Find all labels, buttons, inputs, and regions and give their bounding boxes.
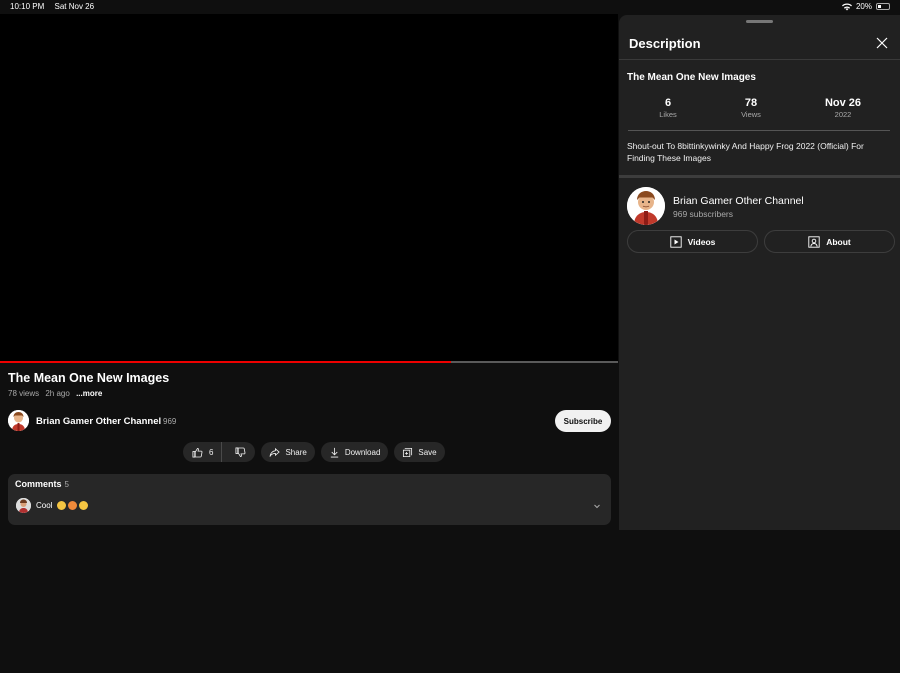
videos-button[interactable]: Videos: [627, 230, 758, 253]
panel-channel-name[interactable]: Brian Gamer Other Channel: [673, 195, 804, 207]
wifi-icon: [841, 3, 852, 10]
channel-name[interactable]: Brian Gamer Other Channel: [36, 416, 161, 427]
like-dislike-group: 6: [183, 442, 256, 462]
save-icon: [403, 447, 413, 457]
play-video-icon: [669, 235, 682, 248]
section-divider: [619, 175, 900, 178]
view-count: 78 views: [8, 389, 40, 398]
download-button[interactable]: Download: [320, 442, 389, 462]
download-icon: [330, 447, 338, 457]
stat-value: 78: [744, 97, 758, 109]
dislike-button[interactable]: [227, 442, 255, 462]
stat-date: Nov 26 2022: [813, 97, 873, 119]
share-label: Share: [285, 447, 307, 457]
stat-value: Nov 26: [824, 97, 862, 109]
like-count: 6: [209, 447, 214, 457]
panel-channel-subscribers: 969 subscribers: [673, 209, 734, 219]
channel-avatar-large[interactable]: [627, 187, 665, 225]
more-link[interactable]: ...more: [76, 389, 102, 398]
description-panel: Description The Mean One New Images 6 Li…: [619, 15, 900, 530]
chevron-down-icon[interactable]: [593, 502, 601, 510]
description-video-title: The Mean One New Images: [627, 72, 756, 83]
stat-value: 6: [664, 97, 672, 109]
person-card-icon: [808, 235, 820, 248]
divider: [619, 59, 900, 60]
like-button[interactable]: 6: [183, 442, 223, 462]
app-root: 10:10 PM Sat Nov 26 20% The Mean One New…: [0, 0, 900, 673]
comments-section[interactable]: Comments 5 Cool: [8, 474, 611, 525]
channel-avatar[interactable]: [8, 410, 29, 431]
drag-handle[interactable]: [746, 20, 773, 23]
watch-info: The Mean One New Images 78 views 2h ago …: [0, 363, 618, 531]
thumbs-down-icon: [235, 447, 246, 457]
upload-age: 2h ago: [45, 389, 70, 398]
stat-views: 78 Views: [721, 97, 781, 119]
stat-label: Likes: [659, 110, 677, 119]
channel-subscriber-count: 969: [163, 417, 177, 426]
status-bar: 10:10 PM Sat Nov 26 20%: [0, 0, 900, 14]
top-comment: Cool: [36, 501, 89, 510]
action-bar: 6 Share Download Save: [183, 442, 445, 462]
comments-count: 5: [64, 480, 69, 489]
close-icon[interactable]: [876, 37, 888, 49]
share-icon: [269, 447, 281, 457]
video-player[interactable]: [0, 14, 618, 362]
top-comment-text: Cool: [36, 501, 53, 510]
share-button[interactable]: Share: [261, 442, 315, 462]
commenter-avatar: [16, 498, 31, 513]
description-text: Shout-out To 8bittinkywinky And Happy Fr…: [627, 141, 864, 163]
save-label: Save: [418, 447, 437, 457]
video-meta[interactable]: 78 views 2h ago ...more: [8, 389, 106, 398]
battery-icon: [876, 3, 890, 10]
battery-percent: 20%: [855, 2, 872, 11]
download-label: Download: [344, 447, 381, 457]
videos-label: Videos: [687, 236, 716, 247]
about-button[interactable]: About: [764, 230, 895, 253]
empty-area: [0, 531, 900, 673]
channel-row: Brian Gamer Other Channel 969 Subscribe: [8, 409, 611, 433]
about-label: About: [826, 236, 851, 247]
save-button[interactable]: Save: [394, 442, 445, 462]
panel-title: Description: [629, 36, 701, 51]
laughing-emoji-icon: [79, 501, 89, 510]
stat-label: Views: [741, 110, 761, 119]
video-title[interactable]: The Mean One New Images: [8, 371, 169, 385]
thumbs-up-icon: [192, 447, 203, 457]
smiling-emoji-icon: [68, 501, 78, 510]
status-time: 10:10 PM: [10, 2, 45, 11]
stat-label: 2022: [834, 110, 852, 119]
status-date: Sat Nov 26: [54, 2, 95, 11]
subscribe-button[interactable]: Subscribe: [555, 410, 611, 432]
divider: [628, 130, 890, 131]
grinning-emoji-icon: [57, 501, 67, 510]
stat-likes: 6 Likes: [638, 97, 698, 119]
comments-header: Comments: [15, 479, 62, 489]
